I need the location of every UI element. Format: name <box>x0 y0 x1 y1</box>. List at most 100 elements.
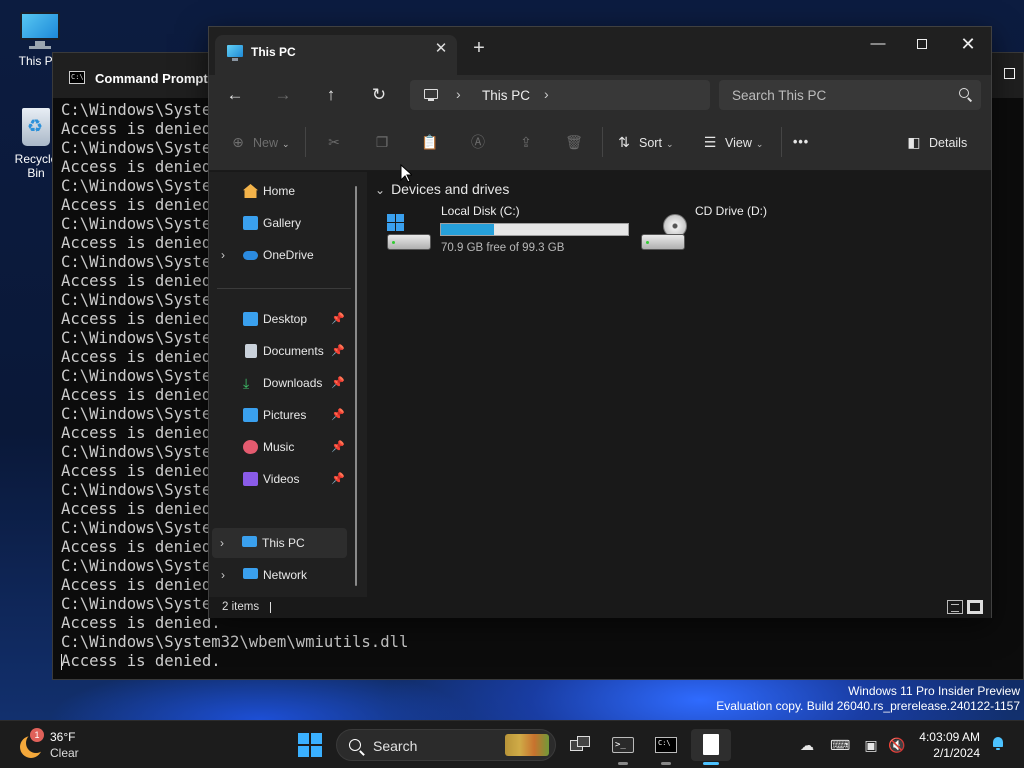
navigation-bar: ← → ↑ ↻ › This PC › Search This PC <box>209 75 991 115</box>
this-pc-icon <box>242 536 257 547</box>
drive-local-disk-c[interactable]: Local Disk (C:) 70.9 GB free of 99.3 GB <box>387 204 632 254</box>
chevron-right-icon[interactable]: › <box>456 86 461 102</box>
maximize-icon[interactable] <box>1004 68 1015 79</box>
minimize-button[interactable]: — <box>863 33 893 55</box>
rename-icon[interactable]: Ⓐ <box>466 132 490 152</box>
divider <box>781 127 782 157</box>
breadcrumb-this-pc[interactable]: This PC <box>482 88 530 103</box>
sidebar-divider <box>217 288 351 289</box>
pictures-icon <box>243 408 258 422</box>
search-highlight-icon <box>505 734 549 756</box>
maximize-button[interactable] <box>907 33 937 55</box>
sidebar-item-music[interactable]: Music 📌 <box>213 432 347 462</box>
onedrive-offline-icon[interactable]: ☁ <box>798 736 816 754</box>
watermark-line-1: Windows 11 Pro Insider Preview <box>848 684 1020 698</box>
details-button[interactable]: ◧ Details <box>905 132 967 152</box>
sort-button[interactable]: ⇅ Sort ⌄ <box>615 132 673 152</box>
view-button[interactable]: ☰ View ⌄ <box>701 132 764 152</box>
notification-bell-icon[interactable] <box>991 737 1005 751</box>
running-indicator <box>618 762 628 765</box>
home-icon <box>243 184 258 198</box>
close-button[interactable]: ✕ <box>953 33 983 55</box>
sidebar-item-desktop[interactable]: Desktop 📌 <box>213 304 347 334</box>
active-indicator <box>703 762 719 765</box>
monitor-icon <box>424 89 438 101</box>
pin-icon[interactable]: 📌 <box>331 304 345 334</box>
cut-icon[interactable]: ✂ <box>322 132 346 152</box>
explorer-titlebar[interactable]: This PC ✕ + — ✕ <box>209 27 991 75</box>
delete-icon[interactable]: 🗑 <box>562 132 586 152</box>
text-cursor <box>61 654 62 670</box>
tiles-view-icon[interactable] <box>967 600 983 614</box>
status-divider <box>270 602 271 613</box>
pin-icon[interactable]: 📌 <box>331 464 345 494</box>
share-icon[interactable]: ⇪ <box>514 132 538 152</box>
chevron-right-icon[interactable]: › <box>221 560 225 590</box>
chevron-right-icon[interactable]: › <box>544 86 549 102</box>
sidebar-item-home[interactable]: Home <box>213 176 347 206</box>
new-label: New <box>253 136 279 150</box>
drive-cd-d[interactable]: CD Drive (D:) <box>641 204 841 254</box>
navigation-pane[interactable]: Home Gallery › OneDrive Desktop 📌 Docume… <box>209 172 367 597</box>
network-status-icon[interactable]: ▣ <box>862 736 880 754</box>
sidebar-item-this-pc[interactable]: › This PC <box>212 528 347 558</box>
chevron-down-icon: ⌄ <box>665 139 674 149</box>
search-icon <box>959 88 969 98</box>
file-list-pane[interactable]: ⌄ Devices and drives Local Disk (C:) 70.9… <box>367 172 991 597</box>
windows-logo-icon <box>387 214 405 232</box>
tab-this-pc[interactable]: This PC ✕ <box>215 35 457 75</box>
system-clock[interactable]: 4:03:09 AM 2/1/2024 <box>919 729 980 761</box>
keyboard-icon[interactable]: ⌨ <box>830 736 850 754</box>
weather-widget[interactable]: 1 36°F Clear <box>18 728 98 762</box>
view-icon: ☰ <box>703 134 717 150</box>
new-tab-button[interactable]: + <box>471 38 487 58</box>
gallery-icon <box>243 216 258 230</box>
sidebar-item-gallery[interactable]: Gallery <box>213 208 347 238</box>
sidebar-item-onedrive[interactable]: › OneDrive <box>213 240 347 270</box>
more-options-button[interactable]: ••• <box>793 132 809 152</box>
task-view-button[interactable] <box>560 729 600 761</box>
mouse-pointer-icon <box>400 164 412 183</box>
address-bar[interactable]: › This PC › <box>410 80 710 110</box>
sidebar-item-network[interactable]: › Network <box>213 560 347 590</box>
details-view-icon[interactable] <box>947 600 963 614</box>
group-header-devices[interactable]: ⌄ Devices and drives <box>375 181 509 197</box>
downloads-icon: ⤓ <box>243 375 250 391</box>
taskbar-command-prompt[interactable]: C:\ <box>646 729 686 765</box>
chevron-right-icon[interactable]: › <box>221 240 225 270</box>
evaluation-watermark: Windows 11 Pro Insider Preview Evaluatio… <box>716 684 1020 714</box>
taskbar-file-explorer[interactable] <box>691 729 731 765</box>
sidebar-item-pictures[interactable]: Pictures 📌 <box>213 400 347 430</box>
sidebar-item-videos[interactable]: Videos 📌 <box>213 464 347 494</box>
start-button[interactable] <box>298 733 322 757</box>
plus-circle-icon: ⊕ <box>232 134 244 150</box>
pin-icon[interactable]: 📌 <box>331 432 345 462</box>
file-explorer-window[interactable]: This PC ✕ + — ✕ ← → ↑ ↻ › This PC › Sear… <box>208 26 992 618</box>
pin-icon[interactable]: 📌 <box>331 400 345 430</box>
taskbar-terminal[interactable]: >_ <box>603 729 643 765</box>
sidebar-item-label: Videos <box>263 472 300 486</box>
pin-icon[interactable]: 📌 <box>331 368 345 398</box>
sidebar-scrollbar[interactable] <box>355 186 357 586</box>
sidebar-item-label: OneDrive <box>263 248 314 262</box>
this-pc-icon <box>227 45 243 61</box>
volume-muted-icon[interactable]: 🔇 <box>888 736 906 754</box>
sidebar-item-label: Home <box>263 184 296 198</box>
drive-name: Local Disk (C:) <box>441 204 520 218</box>
chevron-right-icon[interactable]: › <box>220 528 224 558</box>
copy-icon[interactable]: ❐ <box>370 132 394 152</box>
new-button[interactable]: ⊕ New ⌄ <box>229 132 289 152</box>
search-input[interactable]: Search This PC <box>719 80 981 110</box>
pin-icon[interactable]: 📌 <box>331 336 345 366</box>
taskbar-search[interactable]: Search <box>336 729 556 761</box>
running-indicator <box>661 762 671 765</box>
sidebar-item-downloads[interactable]: ⤓ Downloads 📌 <box>213 368 347 398</box>
clock-time: 4:03:09 AM <box>919 730 980 744</box>
close-tab-icon[interactable]: ✕ <box>433 41 449 57</box>
notification-badge: 1 <box>30 728 44 742</box>
details-label: Details <box>929 136 968 150</box>
sidebar-item-label: Music <box>263 440 295 454</box>
sidebar-item-documents[interactable]: Documents 📌 <box>213 336 347 366</box>
paste-icon[interactable]: 📋 <box>418 132 442 152</box>
sort-label: Sort <box>639 136 662 150</box>
